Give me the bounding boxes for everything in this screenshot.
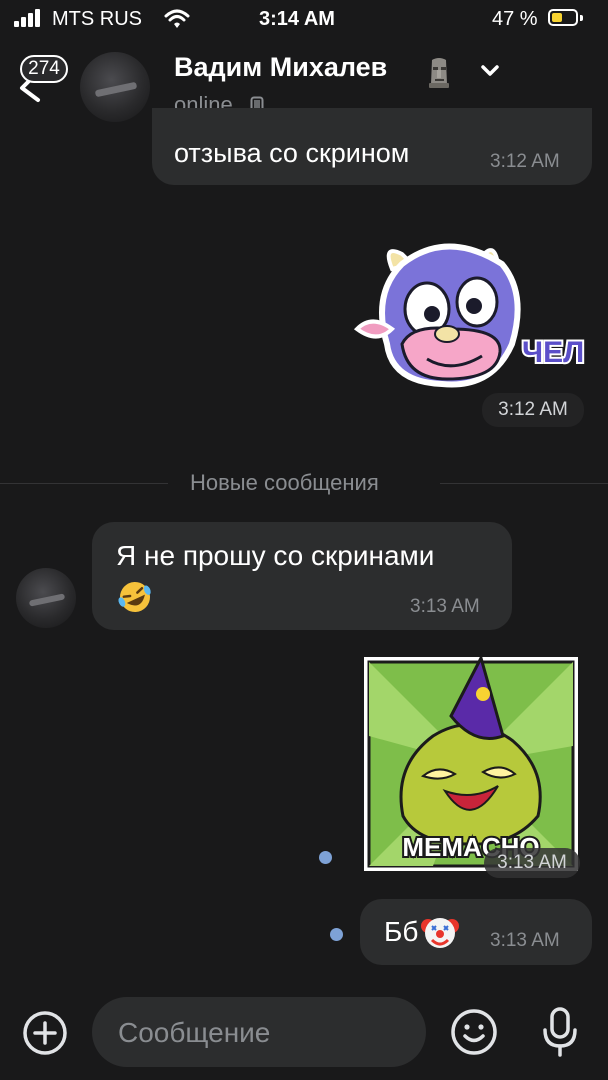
smile-icon[interactable] bbox=[450, 1008, 498, 1056]
carrier-label: MTS RUS bbox=[52, 8, 142, 30]
sticker-time: 3:12 AM bbox=[482, 393, 584, 427]
microphone-icon[interactable] bbox=[540, 1006, 580, 1058]
unread-count-badge[interactable]: 274 bbox=[20, 55, 68, 83]
unread-dot bbox=[330, 928, 343, 941]
message-text: Бб bbox=[384, 916, 419, 947]
sender-avatar[interactable] bbox=[16, 568, 76, 628]
message-time: 3:12 AM bbox=[490, 151, 560, 172]
battery-cap bbox=[580, 15, 583, 21]
unread-dot bbox=[319, 851, 332, 864]
sticker-caption: ЧЕЛ bbox=[522, 336, 584, 369]
chevron-down-icon[interactable] bbox=[478, 60, 502, 80]
status-bar: MTS RUS 3:14 AM 47 % bbox=[0, 0, 608, 40]
memacho-sticker[interactable]: MEMACHO bbox=[363, 656, 579, 872]
battery-icon bbox=[548, 9, 578, 26]
message-text: Я не прошу со скринами bbox=[116, 540, 435, 571]
clock: 3:14 AM bbox=[259, 8, 335, 30]
divider-line bbox=[0, 483, 168, 484]
message-time: 3:13 AM bbox=[410, 596, 480, 617]
new-messages-divider: Новые сообщения bbox=[190, 470, 379, 495]
rofl-emoji-icon bbox=[118, 582, 151, 612]
sticker-time: 3:13 AM bbox=[484, 848, 580, 878]
message-time: 3:13 AM bbox=[490, 930, 560, 951]
wifi-icon bbox=[164, 9, 190, 28]
message-text: отзыва со скрином bbox=[174, 138, 410, 168]
contact-avatar[interactable] bbox=[80, 52, 150, 122]
clown-emoji-icon bbox=[421, 918, 459, 948]
battery-percent: 47 % bbox=[492, 8, 538, 30]
divider-line bbox=[440, 483, 608, 484]
moai-emoji-icon bbox=[429, 58, 449, 88]
message-input-container[interactable] bbox=[92, 997, 426, 1069]
message-input[interactable] bbox=[116, 997, 410, 1069]
plus-icon[interactable] bbox=[22, 1010, 68, 1056]
contact-name[interactable]: Вадим Михалев bbox=[174, 52, 387, 83]
signal-icon bbox=[14, 9, 44, 27]
cow-sticker[interactable]: ЧЕЛ bbox=[352, 234, 592, 394]
